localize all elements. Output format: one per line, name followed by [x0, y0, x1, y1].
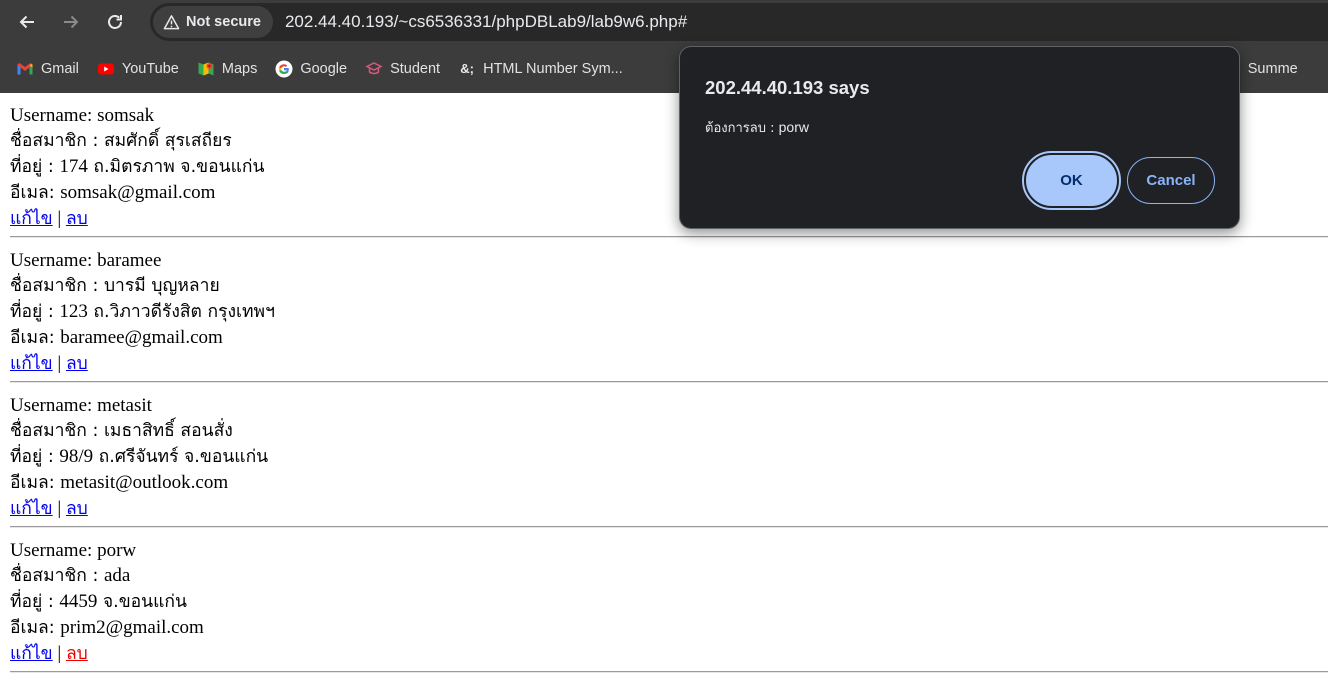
address-bar[interactable]: Not secure 202.44.40.193/~cs6536331/phpD…: [150, 3, 1328, 41]
address-text: ถ.ศรีจันทร์ จ.ขอนแก่น: [93, 447, 269, 467]
bookmark-student[interactable]: Student: [356, 54, 449, 84]
email-line: อีเมล: prim2@gmail.com: [10, 617, 204, 638]
delete-link[interactable]: ลบ: [66, 209, 88, 229]
bookmark-label: HTML Number Sym...: [483, 60, 623, 77]
dialog-title: 202.44.40.193 says: [705, 77, 870, 98]
bookmark-youtube[interactable]: YouTube: [88, 54, 188, 84]
email-value: prim2@gmail.com: [60, 617, 204, 638]
email-value: baramee@gmail.com: [60, 327, 223, 348]
name-line: ชื่อสมาชิก : เมธาสิทธิ์ สอนสั่ง: [10, 421, 233, 441]
edit-link[interactable]: แก้ไข: [10, 499, 53, 519]
security-label: Not secure: [186, 14, 261, 30]
email-value: metasit@outlook.com: [60, 472, 229, 493]
arrow-right-icon: [64, 15, 79, 29]
reload-icon: [108, 15, 122, 29]
maps-icon: [197, 60, 215, 78]
delete-link[interactable]: ลบ: [66, 499, 88, 519]
bookmark-label: Gmail: [41, 60, 79, 77]
username-line: Username: metasit: [10, 395, 152, 416]
email-line: อีเมล: baramee@gmail.com: [10, 327, 223, 348]
name-value: บารมี บุญหลาย: [103, 276, 220, 296]
name-value: สมศักดิ์ สุรเสถียร: [103, 131, 232, 151]
warning-icon: [163, 14, 180, 29]
address-line: ที่อยู่ : 123 ถ.วิภาวดีรังสิต กรุงเทพฯ: [10, 301, 275, 322]
bookmark-label: Summe: [1247, 60, 1298, 77]
address-number: 123: [59, 301, 88, 322]
dialog-message: ต้องการลบ : porw: [705, 119, 809, 136]
ampersand-icon: &;: [460, 61, 474, 76]
member-record: Username: metasit ชื่อสมาชิก : เมธาสิทธิ…: [0, 383, 1328, 528]
bookmark-label: Maps: [221, 60, 258, 77]
ok-button[interactable]: OK: [1022, 151, 1121, 210]
bookmark-label: Student: [390, 60, 441, 77]
dialog-message-value: porw: [778, 119, 809, 135]
address-number: 4459: [59, 591, 98, 612]
address-text: จ.ขอนแก่น: [97, 592, 187, 612]
address-number: 98/9: [59, 446, 94, 467]
bookmark-maps[interactable]: Maps: [188, 54, 266, 84]
username-line: Username: baramee: [10, 250, 162, 271]
url-text[interactable]: 202.44.40.193/~cs6536331/phpDBLab9/lab9w…: [285, 12, 687, 32]
confirm-dialog: 202.44.40.193 says ต้องการลบ : porw OK C…: [679, 46, 1240, 229]
email-line: อีเมล: metasit@outlook.com: [10, 472, 229, 493]
bookmark-google[interactable]: Google: [266, 54, 356, 84]
arrow-left-icon: [19, 15, 34, 29]
username-value: somsak: [97, 105, 155, 126]
browser-toolbar: Not secure 202.44.40.193/~cs6536331/phpD…: [0, 0, 1328, 44]
member-record: Username: porw ชื่อสมาชิก : ada ที่อยู่ …: [0, 528, 1328, 673]
address-text: ถ.มิตรภาพ จ.ขอนแก่น: [87, 157, 265, 177]
email-value: somsak@gmail.com: [60, 182, 216, 203]
username-line: Username: porw: [10, 540, 137, 561]
bookmark-html-number[interactable]: &; HTML Number Sym...: [449, 54, 632, 84]
delete-link[interactable]: ลบ: [66, 644, 88, 664]
security-chip[interactable]: Not secure: [153, 6, 273, 38]
edit-link[interactable]: แก้ไข: [10, 644, 53, 664]
back-button[interactable]: [10, 5, 44, 39]
address-number: 174: [59, 156, 88, 177]
google-icon: [275, 60, 293, 78]
gmail-icon: [16, 60, 34, 78]
record-divider: [10, 671, 1328, 673]
bookmark-gmail[interactable]: Gmail: [7, 54, 88, 84]
reload-button[interactable]: [98, 5, 132, 39]
name-line: ชื่อสมาชิก : บารมี บุญหลาย: [10, 276, 220, 296]
username-value: porw: [97, 540, 137, 561]
username-value: baramee: [97, 250, 162, 271]
name-line: ชื่อสมาชิก : ada: [10, 565, 131, 586]
name-value: เมธาสิทธิ์ สอนสั่ง: [103, 421, 233, 441]
address-line: ที่อยู่ : 98/9 ถ.ศรีจันทร์ จ.ขอนแก่น: [10, 446, 269, 467]
address-line: ที่อยู่ : 4459 จ.ขอนแก่น: [10, 591, 187, 612]
youtube-icon: [97, 60, 115, 78]
bookmark-label: Google: [300, 60, 348, 77]
username-value: metasit: [97, 395, 152, 416]
member-record: Username: baramee ชื่อสมาชิก : บารมี บุญ…: [0, 238, 1328, 383]
forward-button[interactable]: [54, 5, 88, 39]
address-text: ถ.วิภาวดีรังสิต กรุงเทพฯ: [87, 302, 275, 322]
edit-link[interactable]: แก้ไข: [10, 209, 53, 229]
name-value: ada: [103, 565, 131, 586]
delete-link[interactable]: ลบ: [66, 354, 88, 374]
action-links: แก้ไข | ลบ: [10, 643, 88, 664]
action-links: แก้ไข | ลบ: [10, 498, 88, 519]
action-links: แก้ไข | ลบ: [10, 353, 88, 374]
student-icon: [365, 60, 383, 78]
bookmark-label: YouTube: [121, 60, 179, 77]
cancel-button[interactable]: Cancel: [1127, 157, 1215, 204]
edit-link[interactable]: แก้ไข: [10, 354, 53, 374]
